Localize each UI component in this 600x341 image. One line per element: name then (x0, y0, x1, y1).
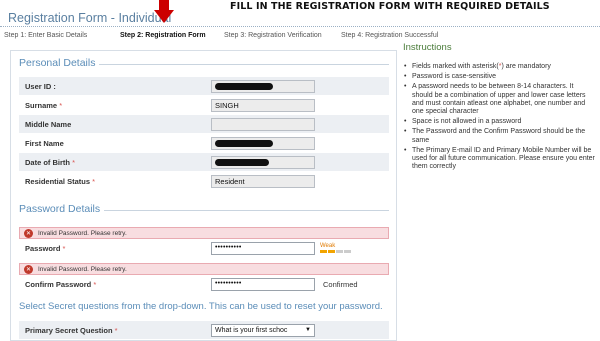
strength-bar-2 (328, 250, 335, 253)
step-1: Step 1: Enter Basic Details (4, 32, 88, 39)
confirm-password-row: Confirm Password * •••••••••• Confirmed (19, 275, 389, 294)
password-details-section: Password Details (19, 203, 389, 217)
bullet-icon: • (404, 146, 407, 154)
error-text: Invalid Password. Please retry. (38, 266, 127, 273)
confirm-password-label: Confirm Password * (25, 280, 96, 289)
instruction-item: • Password is case-sensitive (403, 73, 595, 81)
password-input[interactable]: •••••••••• (211, 242, 315, 255)
password-label-text: Password (25, 244, 61, 253)
step-4: Step 4: Registration Successful (341, 32, 439, 39)
strength-bar-4 (344, 250, 351, 253)
first-name-row: First Name (19, 134, 389, 153)
password-label: Password * (25, 244, 65, 253)
confirm-password-label-text: Confirm Password (25, 280, 92, 289)
residential-status-row: Residential Status * Resident (19, 172, 389, 191)
primary-secret-question-row: Primary Secret Question * What is your f… (19, 321, 389, 340)
form-title: Registration Form - Individual (8, 11, 172, 25)
error-circle-icon: ✕ (24, 265, 33, 274)
password-strength-meter: Weak (320, 243, 360, 255)
redaction-mark (215, 159, 269, 166)
bullet-icon: • (404, 73, 407, 81)
secret-note-text: Select Secret questions from the drop-do… (19, 301, 383, 312)
required-marker: * (59, 101, 63, 110)
redaction-mark (215, 140, 273, 147)
step-3: Step 3: Registration Verification (224, 32, 322, 39)
user-id-field (211, 80, 315, 93)
instructions-list: • Fields marked with asterisk(*) are mand… (403, 63, 595, 171)
instruction-item: • Fields marked with asterisk(*) are mand… (403, 63, 595, 71)
strength-bar-1 (320, 250, 327, 253)
redaction-mark (215, 83, 273, 90)
instruction-item: • The Primary E-mail ID and Primary Mobil… (403, 147, 595, 172)
required-marker: * (114, 326, 118, 335)
primary-secret-label: Primary Secret Question * (25, 326, 118, 335)
residential-status-label: Residential Status * (25, 177, 95, 186)
selected-question: What is your first schoc (215, 327, 288, 334)
password-row: Password * •••••••••• Weak (19, 239, 389, 258)
primary-secret-label-text: Primary Secret Question (25, 326, 113, 335)
bullet-icon: • (404, 128, 407, 136)
dob-row: Date of Birth * (19, 153, 389, 172)
bullet-icon: • (404, 63, 407, 70)
residential-status-field: Resident (211, 175, 315, 188)
instruction-text: The Primary E-mail ID and Primary Mobile… (412, 146, 595, 171)
instruction-text: Space is not allowed in a password (412, 118, 522, 126)
surname-row: Surname * SINGH (19, 96, 389, 115)
middle-name-row: Middle Name (19, 115, 389, 134)
required-marker: * (92, 177, 96, 186)
required-marker: * (62, 244, 66, 253)
confirm-status: Confirmed (323, 280, 358, 289)
down-arrow-icon (154, 0, 174, 23)
strength-label: Weak (320, 243, 336, 249)
registration-form: Personal Details User ID : Surname * SIN… (10, 50, 397, 341)
error-text: Invalid Password. Please retry. (38, 230, 127, 237)
middle-name-label: Middle Name (25, 120, 72, 129)
first-name-field (211, 137, 315, 150)
dob-field (211, 156, 315, 169)
instruction-item: • The Password and the Confirm Password s… (403, 128, 595, 144)
middle-name-field (211, 118, 315, 131)
section-title: Personal Details (19, 57, 100, 69)
instruction-text: Password is case-sensitive (412, 73, 497, 81)
confirm-password-input[interactable]: •••••••••• (211, 278, 315, 291)
surname-field: SINGH (211, 99, 315, 112)
step-2-active: Step 2: Registration Form (120, 32, 206, 39)
bullet-icon: • (404, 83, 407, 91)
section-title: Password Details (19, 203, 105, 215)
required-marker: * (72, 158, 76, 167)
strength-bar-3 (336, 250, 343, 253)
overlay-title: FILL IN THE REGISTRATION FORM WITH REQUI… (230, 1, 550, 12)
step-indicator: Step 1: Enter Basic Details Step 2: Regi… (0, 26, 600, 40)
confirm-password-error: ✕ Invalid Password. Please retry. (19, 263, 389, 275)
instruction-text: A password needs to be between 8-14 char… (412, 83, 586, 116)
instruction-text: Fields marked with asterisk( (412, 63, 499, 70)
bullet-icon: • (404, 118, 407, 126)
instruction-text: ) are mandatory (501, 63, 551, 70)
dob-label-text: Date of Birth (25, 158, 70, 167)
instructions-title: Instructions (403, 42, 452, 53)
password-error: ✕ Invalid Password. Please retry. (19, 227, 389, 239)
personal-details-section: Personal Details (19, 57, 389, 71)
error-circle-icon: ✕ (24, 229, 33, 238)
chevron-down-icon: ▼ (305, 327, 311, 333)
instruction-item: • A password needs to be between 8-14 cha… (403, 83, 595, 116)
instruction-text: The Password and the Confirm Password sh… (412, 128, 586, 144)
user-id-row: User ID : (19, 77, 389, 96)
residential-status-label-text: Residential Status (25, 177, 91, 186)
surname-label-text: Surname (25, 101, 58, 110)
instructions-panel: Instructions • Fields marked with asteris… (403, 42, 595, 173)
user-id-label: User ID : (25, 82, 56, 91)
secret-question-note: Select Secret questions from the drop-do… (19, 301, 397, 312)
primary-secret-question-select[interactable]: What is your first schoc ▼ (211, 324, 315, 337)
first-name-label: First Name (25, 139, 64, 148)
required-marker: * (93, 280, 97, 289)
dob-label: Date of Birth * (25, 158, 75, 167)
instruction-item: • Space is not allowed in a password (403, 118, 595, 126)
surname-label: Surname * (25, 101, 62, 110)
